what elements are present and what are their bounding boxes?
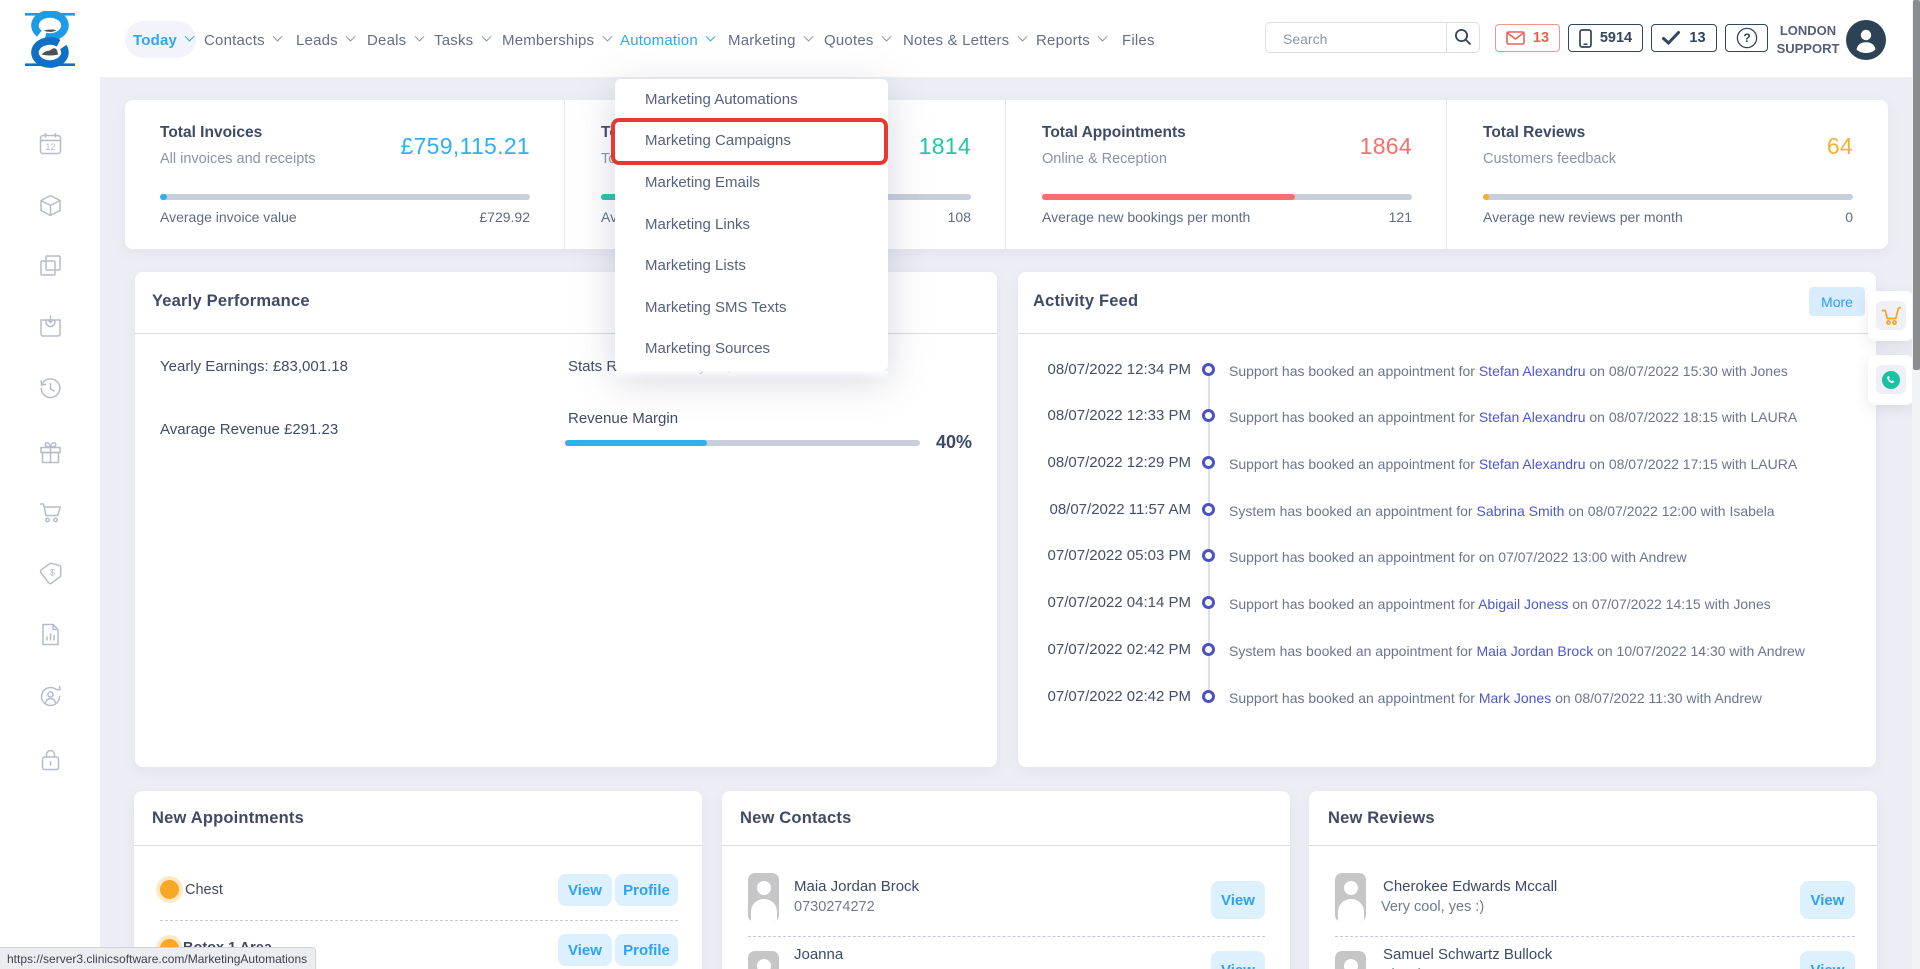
svg-text:12: 12 xyxy=(45,142,56,153)
svg-text:$: $ xyxy=(50,568,55,578)
svg-text:?: ? xyxy=(1743,31,1750,45)
